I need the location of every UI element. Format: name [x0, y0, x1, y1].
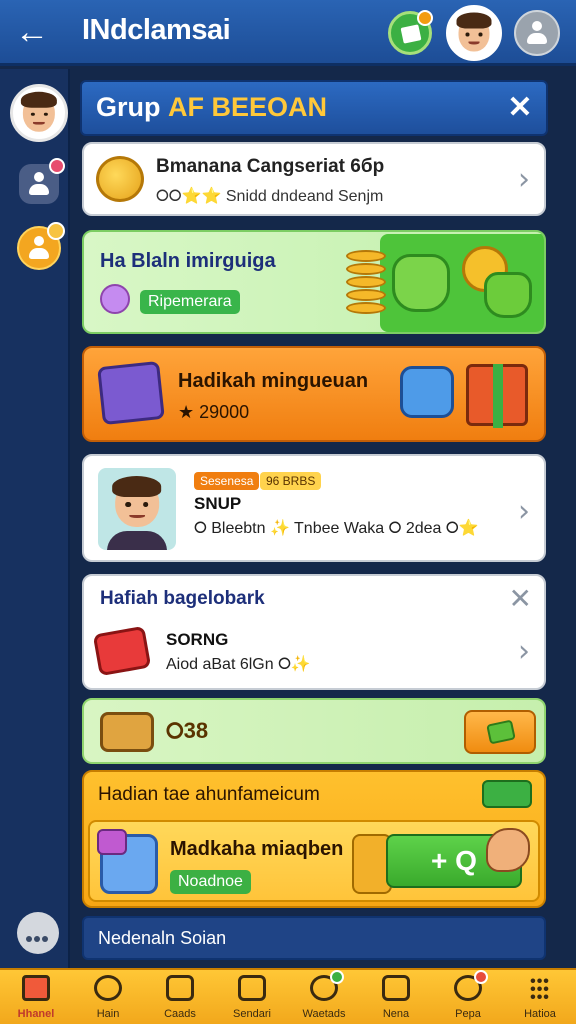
sidebar-profile-avatar[interactable] — [10, 84, 68, 142]
reward-card-1[interactable]: Bmanana Cangseriat 6бр ⭘⭘⭐⭐ Snidd dndean… — [82, 142, 546, 216]
panel-footer[interactable]: Nedenaln Soian — [82, 916, 546, 960]
panel-title: Grup AF BEEOAN — [96, 92, 328, 122]
nav-item-cards[interactable]: Caads — [144, 970, 216, 1024]
coin-stack-icon — [346, 250, 386, 314]
money-bag-icon — [484, 272, 532, 318]
cash-badge — [482, 780, 532, 808]
coin-user-icon[interactable] — [17, 222, 65, 270]
collect-button[interactable] — [464, 710, 536, 754]
status-pill: Noadnoe — [170, 870, 251, 894]
treasure-box-icon — [97, 360, 165, 426]
nav-badge — [329, 970, 344, 984]
chat-icon[interactable] — [17, 912, 59, 954]
nav-item-nena[interactable]: Nena — [360, 970, 432, 1024]
wallet-card: ⭘38 — [82, 698, 546, 764]
card-header: Hafiah bagelobark — [100, 588, 265, 609]
footer-text: Nedenaln Soian — [98, 928, 227, 948]
app-title: INdclamsai — [82, 14, 231, 46]
cash-icon — [486, 719, 516, 745]
bonus-row[interactable]: Madkaha miaqben Noadnoe + Q — [88, 820, 540, 902]
cube-icon — [97, 829, 158, 894]
hand-icon — [486, 828, 530, 872]
card-header: Hadian tae ahunfameicum — [98, 784, 320, 805]
notice-card[interactable]: Hafiah bagelobark ✕ SORNG Aiod aBat 6lGn… — [82, 574, 546, 690]
gift-box-icon — [466, 364, 528, 428]
card-title: Ha Blaln imirguiga — [100, 250, 276, 272]
wallet-value: ⭘38 — [166, 718, 209, 743]
card-title: SORNG — [166, 630, 229, 649]
notifications-icon[interactable] — [388, 10, 433, 55]
user-avatar[interactable] — [446, 5, 502, 61]
sidebar — [0, 69, 70, 968]
coin-badge-icon — [96, 156, 144, 202]
nav-badge — [473, 970, 488, 984]
group-panel: Grup AF BEEOAN ✕ Bmanana Cangseriat 6бр … — [80, 80, 548, 968]
grid-icon: ••• ••• ••• — [530, 973, 550, 1006]
money-bag-icon — [392, 254, 450, 312]
document-icon — [400, 24, 422, 44]
ticket-icon — [92, 625, 152, 677]
notification-badge — [417, 10, 433, 26]
bottom-nav: Hhanel Hain Caads Sendari Waetads Nena P… — [0, 968, 576, 1024]
wallet-icon — [100, 712, 154, 752]
bonus-card: Hadian tae ahunfameicum Madkaha miaqben … — [82, 770, 546, 908]
card-title: Bmanana Cangseriat 6бр — [156, 156, 385, 177]
panel-header: Grup AF BEEOAN ✕ — [80, 80, 548, 136]
card-subtitle: ⭘ Bleebtn ✨ Tnbee Waka ⭘ 2dea ⭘⭐ — [194, 520, 479, 537]
reward-card-2[interactable]: Ha Blaln imirguiga Ripemerara — [82, 230, 546, 334]
card-amount: ★ 29000 — [178, 402, 250, 422]
top-bar: ← INdclamsai — [0, 0, 576, 66]
frame-icon — [382, 975, 410, 1001]
coin-badge — [47, 222, 65, 240]
card-title: Hadikah minguеuan — [178, 370, 369, 392]
tag-badge: Sesenesa — [194, 472, 260, 490]
back-arrow-icon[interactable]: ← — [12, 13, 52, 53]
nav-item-hatioa[interactable]: ••• ••• ••• Hatioa — [504, 970, 576, 1024]
chevron-right-icon: › — [518, 634, 530, 669]
bulb-icon — [100, 284, 130, 314]
nav-item-pepa[interactable]: Pepa — [432, 970, 504, 1024]
friend-icon[interactable] — [19, 158, 65, 204]
home-icon — [22, 975, 50, 1001]
nav-item-sendari[interactable]: Sendari — [216, 970, 288, 1024]
tag-badge: 96 BRBS — [260, 472, 322, 490]
chevron-right-icon: › — [518, 494, 530, 529]
card-title: Madkaha miaqben — [170, 838, 344, 860]
nav-item-home[interactable]: Hhanel — [0, 970, 72, 1024]
cards-icon — [166, 975, 194, 1001]
account-icon[interactable] — [514, 10, 560, 56]
nav-item-hain[interactable]: Hain — [72, 970, 144, 1024]
dismiss-icon[interactable]: ✕ — [509, 582, 532, 615]
heart-icon — [94, 975, 122, 1001]
lock-icon — [238, 975, 266, 1001]
card-subtitle: Aiod aBat 6lGn ⭘✨ — [166, 656, 311, 673]
close-icon[interactable]: ✕ — [504, 92, 536, 124]
member-card[interactable]: Sesenesa 96 BRBS SNUP ⭘ Bleebtn ✨ Tnbee … — [82, 454, 546, 562]
nav-item-waetads[interactable]: Waetads — [288, 970, 360, 1024]
status-pill: Ripemerara — [140, 290, 240, 314]
friend-badge — [49, 158, 65, 174]
chat-bubble-icon — [400, 366, 454, 418]
reward-card-3[interactable]: Hadikah minguеuan ★ 29000 — [82, 346, 546, 442]
card-title: SNUP — [194, 494, 242, 513]
member-photo — [98, 468, 176, 550]
card-subtitle: ⭘⭘⭐⭐ Snidd dndeand Senjm — [156, 188, 384, 205]
chevron-right-icon: › — [518, 162, 530, 197]
